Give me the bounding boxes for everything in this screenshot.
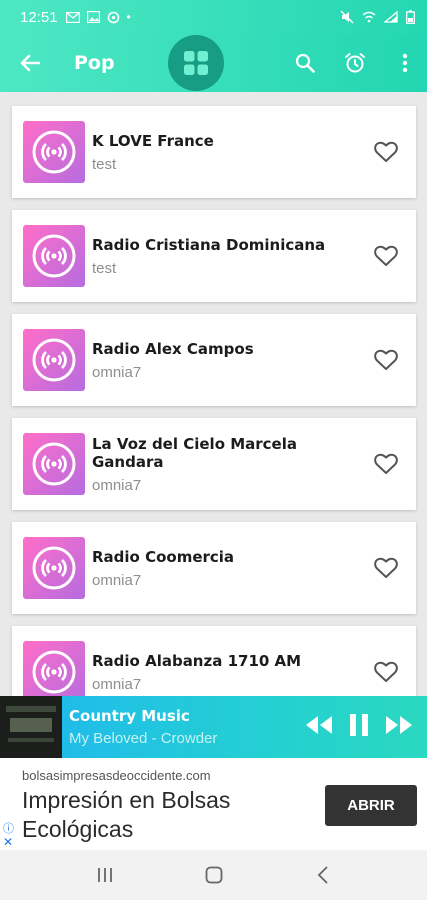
station-card[interactable]: Radio Alabanza 1710 AM omnia7	[12, 626, 416, 696]
search-icon	[295, 53, 315, 73]
recent-apps-icon	[97, 868, 112, 882]
station-name: Radio Alex Campos	[92, 339, 254, 358]
ad-url: bolsasimpresasdeoccidente.com	[22, 768, 211, 783]
radio-waves-icon	[32, 650, 76, 694]
ad-close-icon[interactable]: ✕	[3, 835, 13, 849]
station-card[interactable]: La Voz del Cielo Marcela Gandara omnia7	[12, 418, 416, 510]
station-name: Radio Cristiana Dominicana	[92, 235, 326, 254]
heart-outline-icon	[374, 349, 398, 370]
radio-waves-icon	[32, 546, 76, 590]
rewind-icon	[306, 715, 332, 734]
fast-forward-icon	[386, 715, 412, 734]
favorite-button[interactable]	[366, 548, 406, 588]
mini-player[interactable]: Country Music My Beloved - Crowder	[0, 696, 427, 758]
station-thumbnail	[23, 537, 85, 599]
battery-icon	[406, 10, 415, 24]
heart-outline-icon	[374, 557, 398, 578]
grid-view-button[interactable]	[168, 35, 224, 91]
station-subtitle: omnia7	[92, 363, 142, 381]
ad-banner[interactable]: bolsasimpresasdeoccidente.com Impresión …	[0, 758, 427, 850]
wifi-icon	[362, 11, 376, 23]
station-card[interactable]: Radio Alex Campos omnia7	[12, 314, 416, 406]
status-time: 12:51	[20, 8, 58, 26]
station-card[interactable]: Radio Cristiana Dominicana test	[12, 210, 416, 302]
station-name: K LOVE France	[92, 131, 214, 150]
radio-waves-icon	[32, 338, 76, 382]
station-list: K LOVE France test Radio Cristiana Domin…	[0, 92, 427, 696]
app-bar: Pop	[0, 34, 427, 92]
more-options-button[interactable]	[391, 49, 419, 77]
radio-waves-icon	[32, 442, 76, 486]
signal-icon	[384, 11, 398, 23]
search-button[interactable]	[291, 49, 319, 77]
alarm-button[interactable]	[341, 49, 369, 77]
favorite-button[interactable]	[366, 132, 406, 172]
station-subtitle: omnia7	[92, 476, 142, 494]
ad-headline: Impresión en Bolsas Ecológicas	[22, 787, 231, 842]
home-icon	[205, 866, 222, 884]
station-thumbnail	[23, 225, 85, 287]
station-card[interactable]: Radio Coomercia omnia7	[12, 522, 416, 614]
pause-button[interactable]	[349, 713, 369, 742]
alarm-icon	[345, 53, 365, 73]
page-title: Pop	[74, 52, 115, 74]
mail-icon	[65, 11, 80, 23]
ad-open-button[interactable]: ABRIR	[325, 785, 417, 826]
favorite-button[interactable]	[366, 652, 406, 692]
station-name: La Voz del Cielo Marcela Gandara	[92, 434, 297, 471]
pause-icon	[350, 713, 368, 736]
system-nav-bar	[0, 850, 427, 900]
station-subtitle: omnia7	[92, 675, 142, 693]
more-vert-icon	[402, 53, 408, 73]
grid-icon	[184, 51, 208, 75]
app-bar-actions	[291, 34, 419, 92]
ad-info-icon[interactable]: ⓘ	[3, 820, 14, 836]
arrow-left-icon	[20, 54, 40, 72]
sync-icon	[107, 11, 119, 23]
heart-outline-icon	[374, 661, 398, 682]
heart-outline-icon	[374, 453, 398, 474]
recent-apps-button[interactable]	[85, 855, 125, 895]
favorite-button[interactable]	[366, 340, 406, 380]
player-title: Country Music	[69, 707, 190, 725]
heart-outline-icon	[374, 245, 398, 266]
dot-icon: •	[126, 10, 131, 24]
station-thumbnail	[23, 433, 85, 495]
image-icon	[86, 11, 100, 23]
status-system-icons	[340, 10, 415, 24]
status-bar: 12:51 •	[0, 0, 427, 34]
forward-button[interactable]	[385, 715, 413, 740]
home-button[interactable]	[194, 855, 234, 895]
favorite-button[interactable]	[366, 444, 406, 484]
chevron-left-icon	[317, 866, 328, 884]
album-cover	[0, 696, 62, 758]
station-subtitle: test	[92, 259, 117, 277]
station-subtitle: omnia7	[92, 571, 142, 589]
mute-icon	[340, 10, 354, 24]
radio-waves-icon	[32, 234, 76, 278]
back-button[interactable]	[0, 34, 60, 92]
station-name: Radio Alabanza 1710 AM	[92, 651, 302, 670]
status-notification-icons: •	[65, 10, 131, 24]
player-subtitle: My Beloved - Crowder	[69, 730, 218, 747]
station-thumbnail	[23, 329, 85, 391]
heart-outline-icon	[374, 141, 398, 162]
station-subtitle: test	[92, 155, 117, 173]
radio-waves-icon	[32, 130, 76, 174]
station-thumbnail	[23, 641, 85, 696]
station-thumbnail	[23, 121, 85, 183]
favorite-button[interactable]	[366, 236, 406, 276]
player-controls	[305, 713, 413, 742]
nav-back-button[interactable]	[303, 855, 343, 895]
station-name: Radio Coomercia	[92, 547, 235, 566]
station-card[interactable]: K LOVE France test	[12, 106, 416, 198]
rewind-button[interactable]	[305, 715, 333, 740]
